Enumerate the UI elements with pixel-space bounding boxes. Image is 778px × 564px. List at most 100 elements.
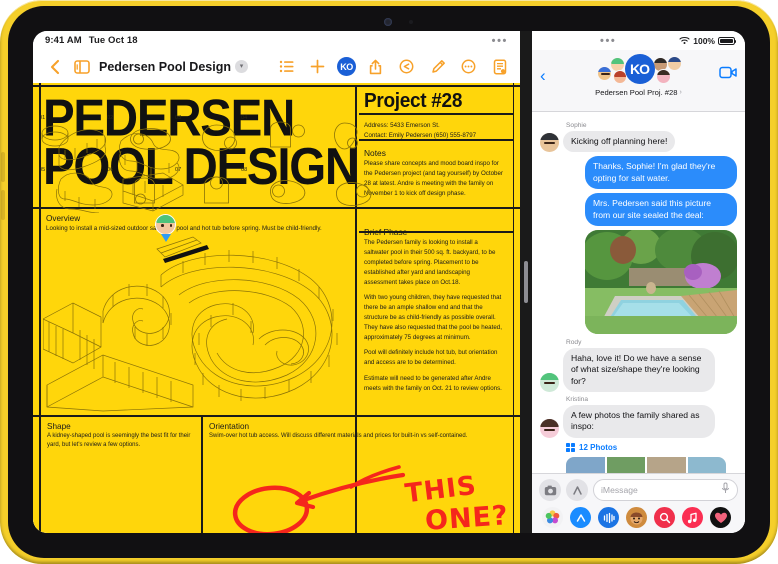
camera-icon[interactable] xyxy=(539,479,561,501)
share-icon[interactable] xyxy=(364,55,387,78)
orientation-number-03: 03 xyxy=(175,115,182,121)
photo-attachment-strip[interactable] xyxy=(566,456,726,473)
shape-section: Shape A kidney-shaped pool is seemingly … xyxy=(43,419,201,454)
group-avatar-cluster: KO xyxy=(591,53,687,87)
chevron-down-icon[interactable]: ▾ xyxy=(234,60,248,73)
split-view-grabber[interactable] xyxy=(524,261,528,303)
group-avatar-main: KO xyxy=(624,54,655,84)
photos-grid-icon xyxy=(566,442,575,452)
front-camera-icon xyxy=(384,18,392,26)
orientation-number-08: 08 xyxy=(241,167,248,173)
wifi-icon xyxy=(679,36,690,44)
brief-paragraph-2: With two young children, they have reque… xyxy=(364,294,502,341)
shape-body: A kidney-shaped pool is seemingly the be… xyxy=(47,433,191,449)
orientation-heading: Orientation xyxy=(209,422,250,431)
group-identity[interactable]: KO Pedersen Pool Proj. #28 › xyxy=(532,53,745,97)
freeform-document-pane: 9:41 AM Tue Oct 18 ••• Pedersen Pool Des… xyxy=(33,31,520,533)
imessage-input[interactable]: iMessage xyxy=(593,479,738,501)
orientation-number-07: 07 xyxy=(175,167,182,173)
annotation-this: THIS xyxy=(403,470,479,510)
back-chevron-icon[interactable] xyxy=(43,55,66,78)
orientation-figures-illustration: 01 02 03 04 05 06 07 08 xyxy=(37,115,516,215)
more-icon[interactable] xyxy=(457,55,480,78)
composer-row: iMessage xyxy=(539,479,738,501)
message-row: A few photos the family shared as inspo: xyxy=(540,404,737,438)
avatar xyxy=(540,418,559,438)
message-row: Kicking off planning here! xyxy=(540,130,737,153)
device-screen: 9:41 AM Tue Oct 18 ••• Pedersen Pool Des… xyxy=(33,31,745,533)
microphone-icon[interactable] xyxy=(721,481,730,499)
document-toolbar: Pedersen Pool Design ▾ KO xyxy=(33,50,520,83)
stickers-app-icon[interactable] xyxy=(710,507,731,528)
music-app-icon[interactable] xyxy=(682,507,703,528)
brief-heading: Brief Phase xyxy=(364,227,408,238)
image-search-app-icon[interactable] xyxy=(654,507,675,528)
multitask-dots-icon[interactable]: ••• xyxy=(492,35,508,46)
ambient-sensor-icon xyxy=(409,20,413,24)
message-bubble[interactable]: Mrs. Pedersen said this picture from our… xyxy=(585,193,737,227)
avatar-member-5 xyxy=(666,56,682,71)
photos-app-icon[interactable] xyxy=(542,507,563,528)
markup-pen-icon[interactable] xyxy=(426,55,449,78)
messages-pane: ••• 100% ‹ KO Pedersen Pool Proj. #28 › … xyxy=(532,31,745,533)
group-name-text: Pedersen Pool Proj. #28 xyxy=(595,88,678,97)
orientation-number-06: 06 xyxy=(107,167,114,173)
sidebar-icon[interactable] xyxy=(70,55,93,78)
status-date: Tue Oct 18 xyxy=(88,35,138,46)
battery-icon xyxy=(717,36,737,45)
photos-attachment-link[interactable]: 12 Photos xyxy=(566,442,737,452)
orientation-body: Swim-over hot tub access. Will discuss d… xyxy=(209,433,468,439)
volume-up-button[interactable] xyxy=(1,152,5,182)
orientation-number-02: 02 xyxy=(107,115,114,121)
message-bubble[interactable]: Kicking off planning here! xyxy=(563,130,676,153)
message-row: Thanks, Sophie! I'm glad they're opting … xyxy=(540,156,737,190)
message-thread[interactable]: Sophie Kicking off planning here! Thanks… xyxy=(532,112,745,473)
document-icon[interactable] xyxy=(488,55,511,78)
annotation-one: ONE? xyxy=(424,500,510,533)
music-waveform-app-icon[interactable] xyxy=(598,507,619,528)
imessage-app-drawer[interactable] xyxy=(539,501,738,529)
collaborator-badge[interactable]: KO xyxy=(337,57,356,76)
list-icon[interactable] xyxy=(275,55,298,78)
message-bubble[interactable]: Thanks, Sophie! I'm glad they're opting … xyxy=(585,156,737,190)
sender-label: Kristina xyxy=(566,396,588,404)
overview-section: Overview Looking to install a mid-sized … xyxy=(43,211,355,242)
status-time: 9:41 AM xyxy=(45,35,82,46)
page-title: Pedersen Pool Design xyxy=(99,59,231,74)
app-store-app-icon[interactable] xyxy=(570,507,591,528)
undo-icon[interactable] xyxy=(395,55,418,78)
left-status-bar: 9:41 AM Tue Oct 18 ••• xyxy=(33,31,520,50)
collaborator-cursor-avatar xyxy=(155,214,176,242)
right-status-bar: ••• 100% xyxy=(532,31,745,50)
multitask-dots-icon-right[interactable]: ••• xyxy=(600,35,616,46)
message-composer: iMessage xyxy=(532,473,745,533)
message-row: Mrs. Pedersen said this picture from our… xyxy=(540,193,737,227)
orientation-number-04: 04 xyxy=(241,115,248,121)
shape-heading: Shape xyxy=(47,422,71,431)
split-view-divider[interactable] xyxy=(520,31,532,533)
imessage-placeholder: iMessage xyxy=(601,485,638,495)
avatar xyxy=(540,373,559,393)
app-store-icon[interactable] xyxy=(566,479,588,501)
annotation-confirm: Confirm xyxy=(410,532,469,533)
pool-3d-wireframe-illustration xyxy=(43,235,355,413)
sender-label: Rody xyxy=(566,339,582,347)
group-name-label[interactable]: Pedersen Pool Proj. #28 › xyxy=(595,88,682,97)
orientation-number-01: 01 xyxy=(39,115,46,121)
message-bubble[interactable]: A few photos the family shared as inspo: xyxy=(563,404,715,438)
plus-icon[interactable] xyxy=(306,55,329,78)
message-bubble[interactable]: Haha, love it! Do we have a sense of wha… xyxy=(563,347,715,393)
brief-paragraph-4: Estimate will need to be generated after… xyxy=(364,374,502,392)
volume-down-button[interactable] xyxy=(1,190,5,220)
chevron-right-icon: › xyxy=(679,89,682,96)
orientation-section: Orientation Swim-over hot tub access. Wi… xyxy=(205,419,510,444)
avatar-member-6 xyxy=(655,69,671,84)
orientation-number-05: 05 xyxy=(39,167,46,173)
document-title-group[interactable]: Pedersen Pool Design ▾ xyxy=(99,60,248,74)
document-canvas[interactable]: PEDERSEN POOL DESIGN Project #28 Address… xyxy=(33,83,520,533)
photo-message-bubble[interactable] xyxy=(585,230,737,335)
memoji-app-icon[interactable] xyxy=(626,507,647,528)
sender-label: Sophie xyxy=(566,122,587,129)
brief-paragraph-1: The Pedersen family is looking to instal… xyxy=(364,239,496,286)
messages-header: ‹ KO Pedersen Pool Proj. #28 › xyxy=(532,50,745,112)
